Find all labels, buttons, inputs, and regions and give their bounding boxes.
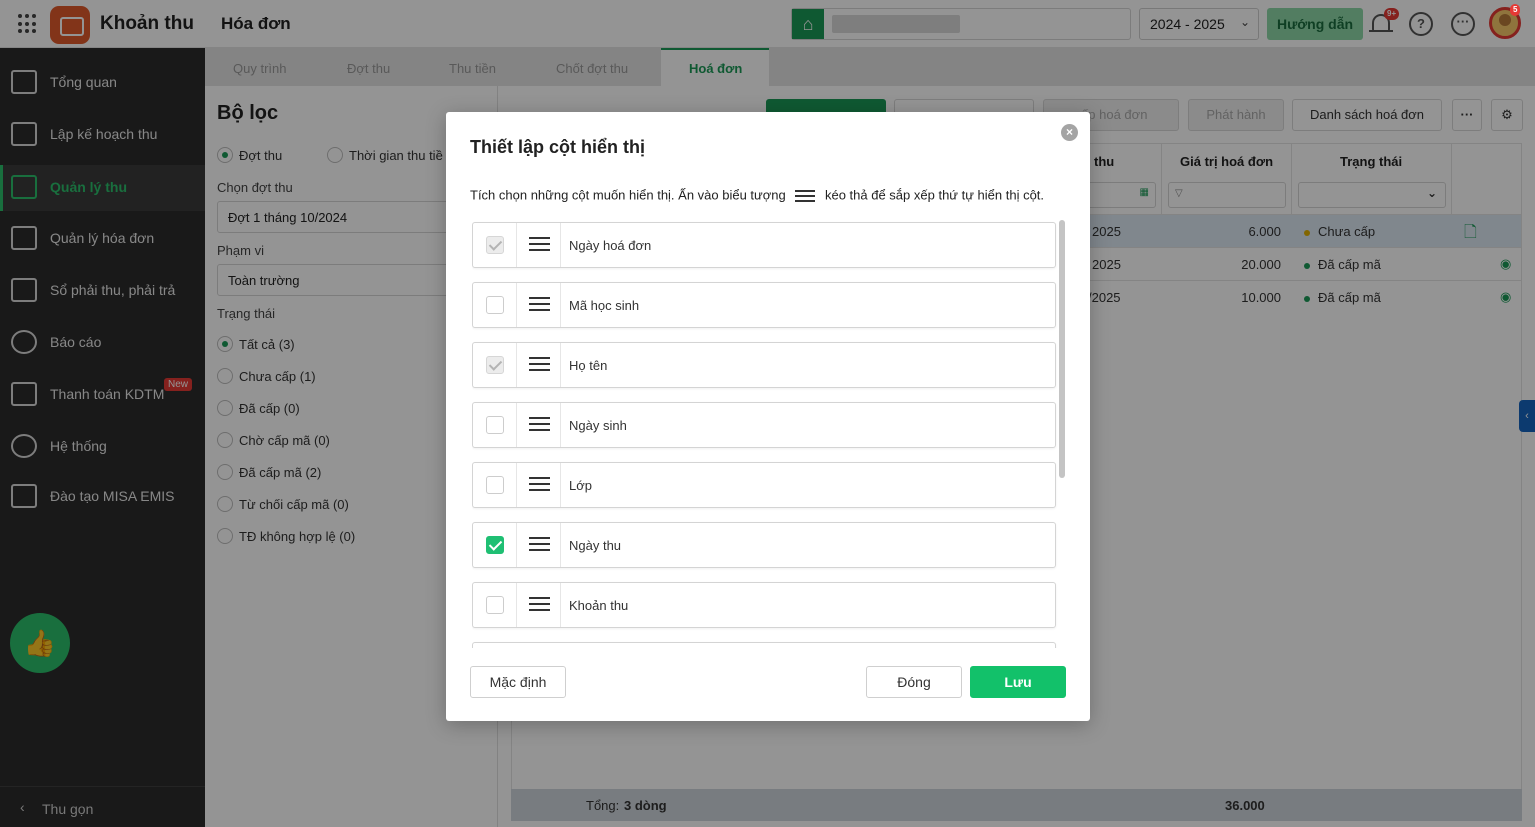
column-item-invoice-date[interactable]: Ngày hoá đơn (472, 222, 1056, 268)
column-item-fee[interactable]: Khoản thu (472, 582, 1056, 628)
dialog-description-start: Tích chọn những cột muốn hiển thị. Ấn và… (470, 187, 786, 203)
column-checkbox[interactable] (486, 596, 504, 614)
column-list-scrollbar[interactable] (1058, 220, 1066, 648)
default-button[interactable]: Mặc định (470, 666, 566, 698)
column-checkbox (486, 236, 504, 254)
column-item-full-name[interactable]: Họ tên (472, 342, 1056, 388)
column-item-birth-date[interactable]: Ngày sinh (472, 402, 1056, 448)
drag-handle-icon[interactable] (529, 597, 550, 615)
dialog-title: Thiết lập cột hiển thị (470, 137, 645, 157)
drag-handle-icon[interactable] (529, 537, 550, 555)
column-item-label: Mã học sinh (569, 298, 640, 313)
drag-handle-icon[interactable] (529, 417, 550, 435)
column-item-label: Ngày thu (569, 538, 622, 553)
column-item-class[interactable]: Lớp (472, 462, 1056, 508)
column-item-partial (472, 642, 1056, 648)
column-item-label: Ngày sinh (569, 418, 627, 433)
column-checkbox[interactable] (486, 536, 504, 554)
column-item-collection-date[interactable]: Ngày thu (472, 522, 1056, 568)
column-item-label: Lớp (569, 478, 592, 493)
drag-handle-icon[interactable] (529, 237, 550, 255)
save-button[interactable]: Lưu (970, 666, 1066, 698)
close-icon[interactable]: × (1061, 124, 1078, 141)
column-checkbox (486, 356, 504, 374)
column-settings-dialog: Thiết lập cột hiển thị × Tích chọn những… (446, 112, 1090, 721)
column-list: Ngày hoá đơn Mã học sinh Họ tên Ngày sin… (472, 220, 1058, 648)
column-checkbox[interactable] (486, 416, 504, 434)
dialog-description: Tích chọn những cột muốn hiển thị. Ấn và… (470, 187, 1070, 205)
column-item-label: Khoản thu (569, 598, 629, 613)
close-button[interactable]: Đóng (866, 666, 962, 698)
column-item-label: Ngày hoá đơn (569, 238, 652, 253)
column-checkbox[interactable] (486, 476, 504, 494)
dialog-description-end: kéo thả để sắp xếp thứ tự hiển thị cột. (824, 187, 1045, 203)
drag-handle-icon[interactable] (529, 477, 550, 495)
column-checkbox[interactable] (486, 296, 504, 314)
drag-handle-icon (795, 187, 816, 205)
column-item-student-code[interactable]: Mã học sinh (472, 282, 1056, 328)
column-item-label: Họ tên (569, 358, 608, 373)
drag-handle-icon[interactable] (529, 297, 550, 315)
drag-handle-icon[interactable] (529, 357, 550, 375)
